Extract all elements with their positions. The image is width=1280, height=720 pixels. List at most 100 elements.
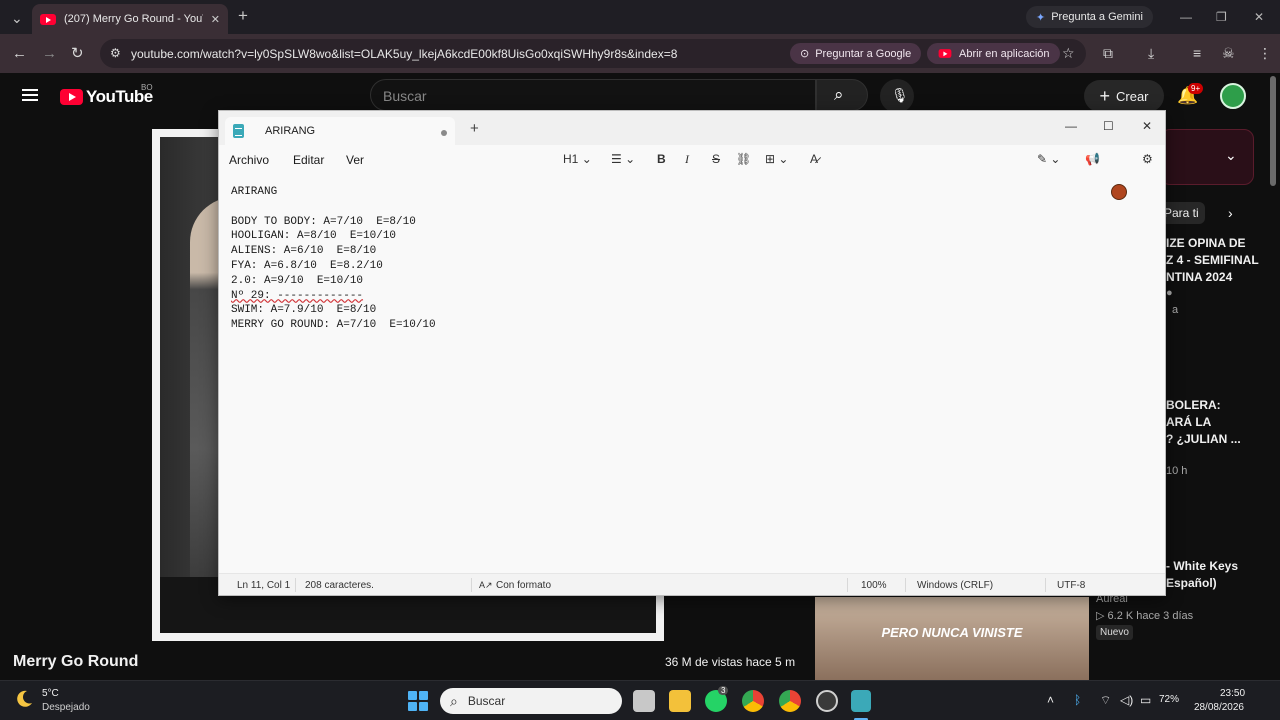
- battery-icon[interactable]: ▭: [1140, 693, 1151, 707]
- notepad-text-area[interactable]: ARIRANG BODY TO BODY: A=7/10 E=8/10 HOOL…: [231, 185, 436, 333]
- media-controls-icon[interactable]: ≡: [1193, 45, 1201, 61]
- notepad-tab[interactable]: ARIRANG: [225, 117, 455, 145]
- file-explorer-icon[interactable]: [669, 690, 691, 712]
- bold-icon[interactable]: B: [657, 151, 666, 167]
- video-stats: 36 M de vistas hace 5 m: [665, 655, 796, 669]
- encoding[interactable]: UTF-8: [1057, 580, 1085, 591]
- strikethrough-icon[interactable]: S: [712, 151, 720, 167]
- start-button[interactable]: [408, 691, 428, 711]
- related-video-title-line[interactable]: ? ¿JULIAN ...: [1166, 432, 1241, 446]
- youtube-logo[interactable]: YouTube: [60, 87, 153, 107]
- youtube-search-button[interactable]: ⌕: [816, 79, 868, 111]
- profile-avatar-icon[interactable]: ☠: [1222, 45, 1235, 61]
- downloads-icon[interactable]: ⤓: [1148, 45, 1154, 61]
- format-mode[interactable]: Con formato: [496, 580, 551, 591]
- text-line-spellcheck: Nº 29: -------------: [231, 289, 364, 302]
- show-hidden-icons-chevron-icon[interactable]: ˄: [1047, 693, 1054, 707]
- whats-new-icon[interactable]: 📢: [1085, 151, 1100, 167]
- forward-arrow-icon[interactable]: →: [42, 46, 57, 61]
- preguntar-label: Preguntar a Google: [815, 47, 912, 60]
- zoom-level[interactable]: 100%: [861, 580, 887, 591]
- unsaved-dot-icon[interactable]: [441, 130, 447, 136]
- browser-tab-youtube[interactable]: (207) Merry Go Round - YouTube ✕: [32, 4, 228, 34]
- notepad-new-tab-button[interactable]: +: [470, 120, 479, 137]
- related-video-title-line[interactable]: IZE OPINA DE: [1166, 236, 1246, 250]
- link-icon[interactable]: ⛓: [736, 151, 751, 167]
- account-avatar[interactable]: [1220, 83, 1246, 109]
- text-line: MERRY GO ROUND: A=7/10 E=10/10: [231, 319, 436, 332]
- tab-search-chevron-icon[interactable]: ⌄: [11, 11, 23, 25]
- close-window-icon[interactable]: ✕: [1254, 10, 1264, 24]
- related-video-title-line[interactable]: Z 4 - SEMIFINAL: [1166, 253, 1259, 267]
- bookmark-star-icon[interactable]: ☆: [1062, 45, 1075, 62]
- reload-icon[interactable]: ↻: [71, 46, 84, 61]
- page-scrollbar[interactable]: [1270, 76, 1276, 186]
- close-tab-icon[interactable]: ✕: [211, 13, 220, 26]
- chrome-profile-icon[interactable]: [779, 690, 801, 712]
- address-bar[interactable]: ⚙ youtube.com/watch?v=ly0SpSLW8wo&list=O…: [100, 39, 1086, 68]
- heading-label: H1: [563, 152, 579, 166]
- heading-dropdown[interactable]: H1 ⌄: [563, 151, 592, 167]
- new-tab-button[interactable]: +: [238, 7, 248, 24]
- table-dropdown-icon[interactable]: ⊞ ⌄: [765, 151, 788, 167]
- clock-date[interactable]: 28/08/2026: [1192, 702, 1244, 713]
- hamburger-menu-icon[interactable]: [22, 89, 38, 101]
- notepad-window: ARIRANG + — ☐ ✕ Archivo Editar Ver H1 ⌄ …: [218, 110, 1166, 596]
- open-in-app-button[interactable]: Abrir en aplicación: [927, 43, 1060, 64]
- notepad-close-icon[interactable]: ✕: [1142, 119, 1152, 133]
- menu-editar[interactable]: Editar: [293, 153, 324, 167]
- notepad-taskbar-icon[interactable]: [851, 690, 871, 712]
- notepad-minimize-icon[interactable]: —: [1065, 119, 1077, 133]
- whatsapp-badge: 3: [718, 686, 729, 695]
- settings-gear-icon[interactable]: ⚙: [1142, 151, 1153, 167]
- clock-time[interactable]: 23:50: [1220, 688, 1245, 699]
- battery-percentage[interactable]: 72%: [1159, 694, 1179, 705]
- chrome-icon[interactable]: [742, 690, 764, 712]
- related-video-title-line[interactable]: ARÁ LA: [1166, 415, 1211, 429]
- notepad-profile-avatar[interactable]: [1111, 184, 1127, 200]
- notepad-maximize-icon[interactable]: ☐: [1103, 119, 1114, 133]
- back-arrow-icon[interactable]: ←: [12, 46, 27, 61]
- abrir-label: Abrir en aplicación: [959, 47, 1050, 60]
- related-video-title-line[interactable]: NTINA 2024: [1166, 270, 1232, 284]
- related-video-title-line[interactable]: BOLERA:: [1166, 398, 1221, 412]
- status-divider: [905, 578, 906, 592]
- minimize-icon[interactable]: —: [1180, 10, 1192, 24]
- extensions-icon[interactable]: ⧉: [1103, 45, 1113, 61]
- taskbar-search[interactable]: ⌕ Buscar: [440, 688, 622, 714]
- text-line: HOOLIGAN: A=8/10 E=10/10: [231, 230, 397, 243]
- copilot-rewrite-icon[interactable]: ✎ ⌄: [1037, 151, 1060, 167]
- menu-archivo[interactable]: Archivo: [229, 153, 269, 167]
- voice-search-button[interactable]: 🎙: [880, 79, 914, 113]
- line-ending[interactable]: Windows (CRLF): [917, 580, 993, 591]
- weather-temperature[interactable]: 5°C: [42, 688, 59, 699]
- chevron-right-icon[interactable]: ›: [1228, 205, 1233, 221]
- task-view-icon[interactable]: [633, 690, 655, 712]
- weather-description[interactable]: Despejado: [42, 702, 90, 713]
- menu-dots-icon[interactable]: ⋮: [1258, 45, 1272, 61]
- menu-ver[interactable]: Ver: [346, 153, 364, 167]
- list-dropdown-icon[interactable]: ☰ ⌄: [611, 151, 635, 167]
- microphone-icon: 🎙: [891, 87, 909, 103]
- wifi-icon[interactable]: ⌔: [1100, 693, 1111, 708]
- obs-icon[interactable]: [816, 690, 838, 712]
- related-video-title-line[interactable]: Español): [1166, 576, 1217, 590]
- related-video-thumbnail[interactable]: PERO NUNCA VINISTE: [815, 597, 1089, 681]
- browser-tab-strip: ⌄ (207) Merry Go Round - YouTube ✕ + ✦ P…: [0, 0, 1280, 34]
- bluetooth-icon[interactable]: ᛒ: [1074, 693, 1081, 707]
- clear-formatting-icon[interactable]: A̷: [810, 151, 818, 167]
- moon-weather-icon[interactable]: [14, 689, 34, 709]
- italic-icon[interactable]: I: [685, 151, 689, 167]
- status-divider: [1045, 578, 1046, 592]
- windows-logo-tile: [408, 702, 417, 711]
- youtube-search-input[interactable]: Buscar: [370, 79, 816, 111]
- restore-icon[interactable]: ❐: [1216, 10, 1227, 24]
- volume-icon[interactable]: ◁): [1120, 693, 1133, 707]
- chevron-down-icon[interactable]: ⌄: [1225, 147, 1237, 164]
- site-info-icon[interactable]: ⚙: [110, 46, 121, 60]
- preguntar-google-button[interactable]: ⊙ Preguntar a Google: [790, 43, 922, 64]
- create-button[interactable]: + Crear: [1084, 80, 1164, 112]
- gemini-button[interactable]: ✦ Pregunta a Gemini: [1026, 6, 1153, 28]
- playlist-panel-header[interactable]: [1160, 129, 1254, 185]
- related-video-title-line[interactable]: - White Keys: [1166, 559, 1238, 573]
